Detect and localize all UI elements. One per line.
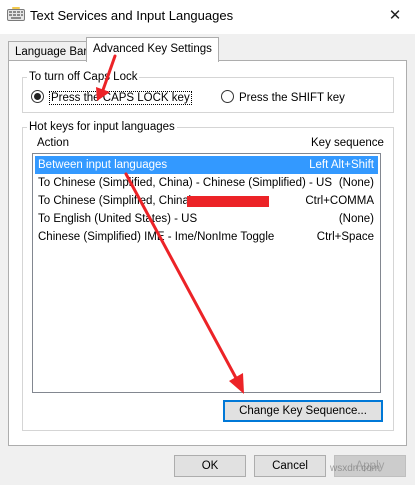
list-item[interactable]: Chinese (Simplified) IME - Ime/NonIme To… [35,228,378,246]
change-key-sequence-button[interactable]: Change Key Sequence... [223,400,383,422]
close-button[interactable]: ✕ [380,4,410,28]
keyboard-icon [7,7,25,21]
list-item-key: (None) [338,213,374,225]
column-header-action: Action [37,137,69,149]
list-item-key: (None) [338,177,374,189]
column-header-key-sequence: Key sequence [311,137,384,149]
cancel-button[interactable]: Cancel [254,455,326,477]
redaction-mark [187,196,269,207]
list-item-action: To Chinese (Simplified, China) - Chinese… [38,177,332,189]
list-item-key: Ctrl+Space [316,231,374,243]
list-item[interactable]: To English (United States) - US (None) [35,210,378,228]
radio-selected-icon [31,90,44,103]
watermark: wsxdn.com [330,463,381,474]
list-item-action: To English (United States) - US [38,213,198,225]
radio-caps-lock-key[interactable]: Press the CAPS LOCK key [31,90,192,105]
radio-shift-key[interactable]: Press the SHIFT key [221,90,345,104]
list-item-key: Left Alt+Shift [309,159,374,171]
list-item-action: Between input languages [38,159,168,171]
list-item[interactable]: To Chinese (Simplified, China) - Ctrl+CO… [35,192,378,210]
list-item-action: To Chinese (Simplified, China) - [38,195,200,207]
tab-language-bar[interactable]: Language Bar [8,41,95,62]
list-item-action: Chinese (Simplified) IME - Ime/NonIme To… [38,231,275,243]
radio-shift-label: Press the SHIFT key [239,92,345,104]
radio-caps-lock-label: Press the CAPS LOCK key [49,91,192,105]
list-item[interactable]: Between input languages Left Alt+Shift [35,156,378,174]
ok-button[interactable]: OK [174,455,246,477]
caps-lock-group-label: To turn off Caps Lock [29,71,138,83]
hotkeys-list[interactable]: Between input languages Left Alt+Shift T… [32,153,381,393]
list-item-key: Ctrl+COMMA [305,195,374,207]
list-item[interactable]: To Chinese (Simplified, China) - Chinese… [35,174,378,192]
tab-advanced-key-settings[interactable]: Advanced Key Settings [86,37,219,62]
hotkeys-group-label: Hot keys for input languages [29,121,175,133]
window-title: Text Services and Input Languages [30,8,234,23]
radio-unselected-icon [221,90,234,103]
